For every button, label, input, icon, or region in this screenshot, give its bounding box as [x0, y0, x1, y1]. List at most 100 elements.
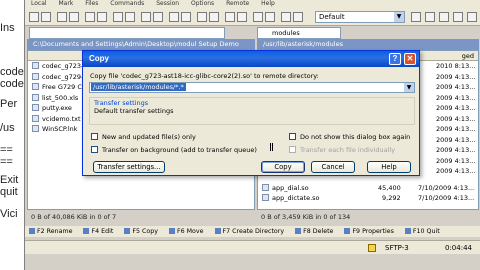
menu-session[interactable]: Session: [156, 0, 179, 7]
file-icon: [32, 93, 39, 101]
chevron-down-icon[interactable]: ▼: [404, 83, 414, 92]
toolbar-icon[interactable]: [29, 12, 39, 22]
fkey-delete[interactable]: F8 Delete: [295, 228, 333, 235]
local-status: 0 B of 40,086 KiB in 0 of 7: [27, 212, 116, 222]
remote-path-bar: /usr/lib/asterisk/modules: [257, 39, 479, 50]
local-dir-select[interactable]: [29, 27, 225, 39]
file-date: 2009 4:13...: [436, 125, 476, 133]
toolbar-icon[interactable]: [265, 12, 275, 22]
toolbar-icon[interactable]: [57, 12, 67, 22]
help-button[interactable]: Help: [367, 161, 411, 173]
checkbox-box[interactable]: [91, 133, 98, 140]
checkbox-box[interactable]: [91, 146, 98, 153]
group-title: Transfer settings: [94, 99, 149, 107]
toolbar-icon[interactable]: [293, 12, 303, 22]
toolbar-icon[interactable]: [141, 12, 151, 22]
text-cursor-icon: [270, 143, 273, 151]
remote-dir-select[interactable]: modules: [257, 27, 341, 39]
dialog-titlebar[interactable]: Copy ? ✕: [83, 51, 419, 67]
menu-remote[interactable]: Remote: [226, 0, 249, 7]
toolbar-icon[interactable]: [125, 12, 135, 22]
header-fragment: ged: [461, 52, 474, 60]
session-select-value: Default: [319, 13, 345, 21]
bg-line: Exit: [0, 174, 19, 186]
toolbar-icon[interactable]: [97, 12, 107, 22]
toolbar-icon[interactable]: [467, 12, 477, 22]
toolbar-icon[interactable]: [281, 12, 291, 22]
fkey-edit[interactable]: F4 Edit: [83, 228, 113, 235]
background-document: Ins codec codec Per /us == == Exit quit …: [0, 0, 26, 270]
file-size: 9,292: [382, 194, 401, 202]
background-transfer-checkbox[interactable]: Transfer on background (add to transfer …: [91, 146, 257, 155]
file-date: 2009 4:13...: [436, 156, 476, 165]
target-directory-value[interactable]: /usr/lib/asterisk/modules/*.*: [91, 83, 186, 91]
menu-options[interactable]: Options: [191, 0, 214, 7]
toolbar-icon[interactable]: [425, 12, 435, 22]
dialog-prompt: Copy file 'codec_g723-ast18-icc-glibc-co…: [90, 72, 319, 80]
close-icon[interactable]: ✕: [404, 53, 416, 65]
toolbar-icon[interactable]: [197, 12, 207, 22]
file-icon: [32, 62, 39, 69]
toolbar-icon[interactable]: [411, 12, 421, 22]
file-icon: [32, 83, 39, 90]
target-directory-combo[interactable]: /usr/lib/asterisk/modules/*.* ▼: [89, 82, 415, 93]
toolbar-icon[interactable]: [253, 12, 263, 22]
toolbar-icon[interactable]: [153, 12, 163, 22]
file-size: 45,400: [378, 183, 401, 192]
fkey-copy[interactable]: F5 Copy: [124, 228, 158, 235]
toolbar-icon[interactable]: [41, 12, 51, 22]
file-icon: [32, 104, 39, 111]
copy-button[interactable]: Copy: [261, 161, 305, 173]
menu-mark[interactable]: Mark: [58, 0, 73, 7]
fkey-quit[interactable]: F10 Quit: [405, 228, 440, 235]
file-name: app_dictate.so: [272, 194, 320, 202]
fkey-rename[interactable]: F2 Rename: [29, 228, 72, 235]
checkbox-label: New and updated file(s) only: [102, 133, 196, 141]
toolbar-icon[interactable]: [237, 12, 247, 22]
fkey-properties[interactable]: F9 Properties: [344, 228, 393, 235]
local-path: C:\Documents and Settings\Admin\Desktop\…: [33, 40, 239, 48]
table-row[interactable]: app_dial.so 45,400 7/10/2009 4:13...: [258, 183, 478, 194]
transfer-settings-button[interactable]: Transfer settings...: [93, 161, 165, 173]
checkbox-box[interactable]: [289, 146, 296, 153]
file-date: 7/10/2009 4:13...: [418, 194, 475, 202]
toolbar-icon[interactable]: [85, 12, 95, 22]
toolbar-icon[interactable]: [69, 12, 79, 22]
chevron-down-icon[interactable]: ▼: [394, 12, 404, 22]
file-date: 7/10/2009 4:13...: [418, 183, 475, 192]
checkbox-label: Transfer on background (add to transfer …: [102, 146, 257, 154]
help-icon[interactable]: ?: [389, 53, 401, 65]
remote-path: /usr/lib/asterisk/modules: [263, 40, 343, 48]
toolbar-icon[interactable]: [225, 12, 235, 22]
toolbar-icon[interactable]: [181, 12, 191, 22]
lock-icon: [368, 244, 376, 252]
toolbar-icon[interactable]: [453, 12, 463, 22]
fkey-create-directory[interactable]: F7 Create Directory: [215, 228, 285, 235]
menu-files[interactable]: Files: [85, 0, 98, 7]
transfer-individually-checkbox[interactable]: Transfer each file individually: [289, 146, 395, 155]
menu-help[interactable]: Help: [261, 0, 275, 7]
file-date: 2009 4:13...: [436, 146, 476, 154]
toolbar-icon[interactable]: [113, 12, 123, 22]
do-not-show-checkbox[interactable]: Do not show this dialog box again: [289, 133, 410, 142]
table-row[interactable]: app_dictate.so 9,292 7/10/2009 4:13...: [258, 193, 478, 204]
toolbar-icon[interactable]: [169, 12, 179, 22]
cancel-button[interactable]: Cancel: [311, 161, 355, 173]
menu-commands[interactable]: Commands: [110, 0, 144, 7]
new-updated-only-checkbox[interactable]: New and updated file(s) only: [91, 133, 196, 142]
file-date: 2009 4:13...: [436, 114, 476, 123]
menu-local[interactable]: Local: [31, 0, 47, 7]
session-select[interactable]: Default ▼: [315, 11, 405, 23]
toolbar-icon[interactable]: [439, 12, 449, 22]
file-icon: [32, 114, 39, 122]
file-icon: [32, 125, 39, 132]
menubar: Local Mark Files Commands Session Option…: [25, 0, 480, 8]
fkey-move[interactable]: F6 Move: [169, 228, 204, 235]
toolbar-icon[interactable]: [209, 12, 219, 22]
file-date: 2009 4:13...: [436, 167, 476, 175]
checkbox-box[interactable]: [289, 133, 296, 140]
toolbar: Default ▼: [25, 8, 480, 26]
file-name: app_dial.so: [272, 183, 309, 192]
remote-status-text: 0 B of 3,459 KiB in 0 of 134: [261, 213, 351, 221]
status-bar: SFTP-3 0:04:44: [25, 240, 480, 254]
